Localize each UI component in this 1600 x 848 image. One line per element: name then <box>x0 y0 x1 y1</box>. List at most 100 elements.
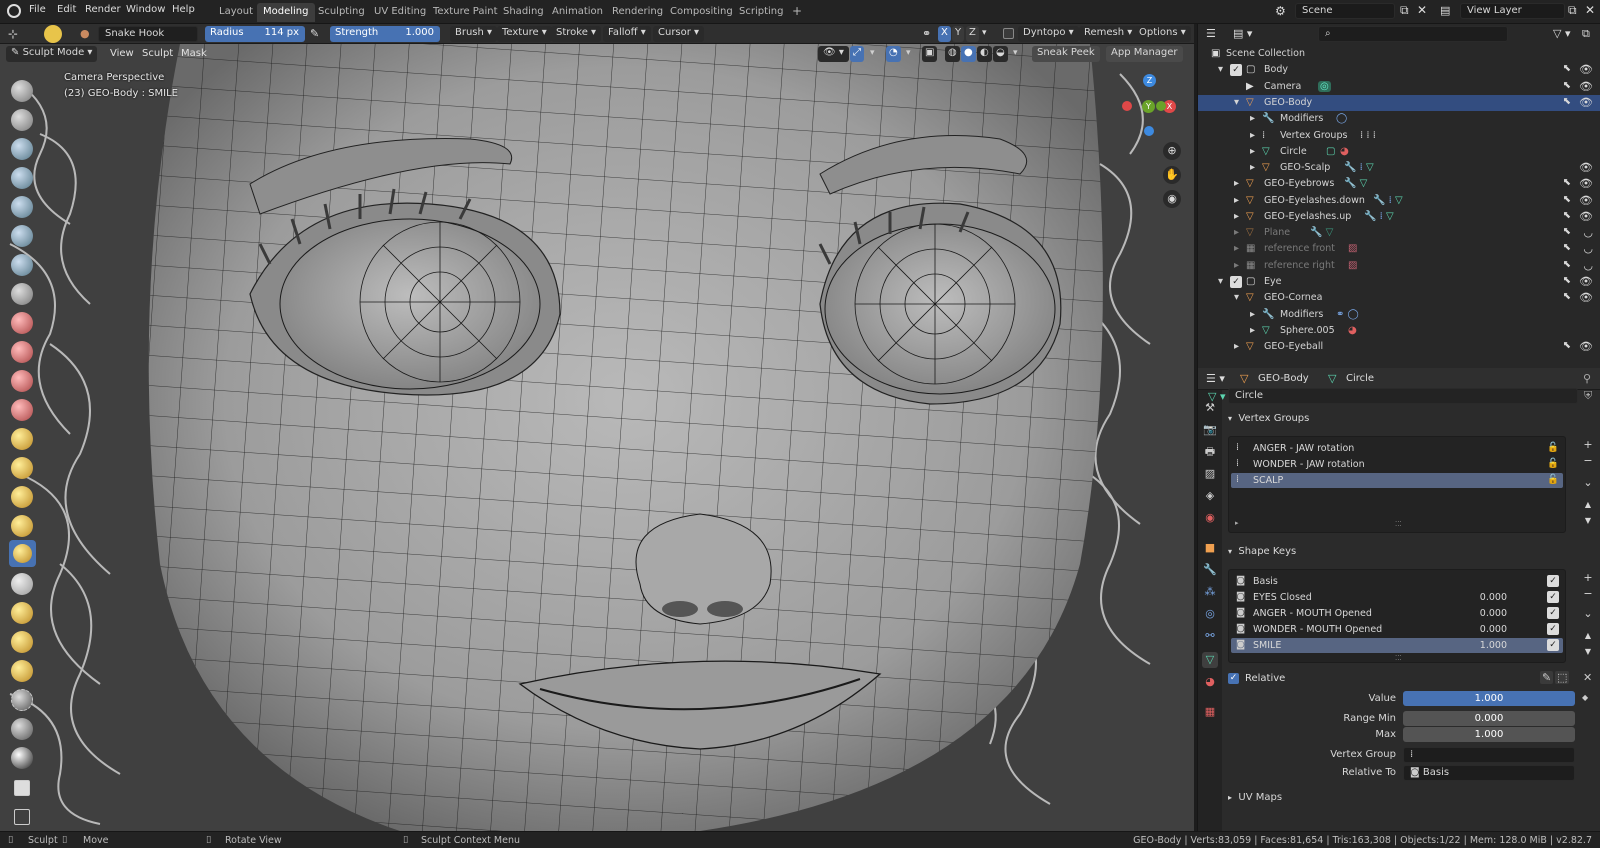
child-icons[interactable]: 🔧 ⁞ ▽ <box>1344 162 1374 173</box>
xray-toggle[interactable]: ▣ <box>922 46 938 62</box>
menu-file[interactable]: File <box>29 4 46 15</box>
constraints-tab-icon[interactable]: ⚯ <box>1202 628 1218 644</box>
select-icon[interactable]: ⬉ <box>1563 194 1571 205</box>
vertex-group-move-up-button[interactable]: ▲ <box>1581 498 1595 512</box>
texture-tab-icon[interactable]: ▦ <box>1202 704 1218 720</box>
menu-edit[interactable]: Edit <box>57 4 76 15</box>
radius-slider[interactable]: Radius 114 px <box>205 26 305 42</box>
vertex-group-icons[interactable]: ⁞ ⁞ ⁞ <box>1360 130 1376 141</box>
clay-strips-brush-icon[interactable] <box>11 167 33 189</box>
brush-menu[interactable]: Brush ▾ <box>450 26 498 42</box>
3d-viewport[interactable]: ✎ Sculpt Mode ▾ View Sculpt Mask 👁 ▾ ⤢ ▾… <box>0 44 1194 831</box>
outliner-editor-icon[interactable]: ☰ <box>1206 27 1216 40</box>
new-view-layer-icon[interactable]: ⧉ <box>1568 3 1577 18</box>
expand-arrow-icon[interactable]: ▾ <box>1234 97 1239 108</box>
outliner-row-geo-eyelashes-up[interactable]: ▸ ▽ GEO-Eyelashes.up 🔧 ⁞ ▽ ⬉ 👁 <box>1198 209 1600 225</box>
brush-name-field[interactable]: Snake Hook <box>98 26 198 42</box>
shape-key-mute-checkbox[interactable]: ✓ <box>1547 607 1559 619</box>
select-icon[interactable]: ⬉ <box>1563 96 1571 107</box>
vertex-group-item[interactable]: ⁞ SCALP 🔓 <box>1231 473 1563 488</box>
child-icons[interactable]: 🔧 ⁞ ▽ <box>1364 211 1394 222</box>
shading-rendered[interactable]: ◒ <box>993 46 1008 62</box>
shape-key-mute-checkbox[interactable]: ✓ <box>1547 639 1559 651</box>
child-icons[interactable]: 🔧 ▽ <box>1344 178 1367 189</box>
tab-sculpting[interactable]: Sculpting <box>312 3 371 22</box>
modifier-icon[interactable]: ◯ <box>1336 113 1347 124</box>
select-icon[interactable]: ⬉ <box>1563 210 1571 221</box>
eye-icon[interactable]: 👁 <box>1579 96 1593 109</box>
select-icon[interactable]: ⬉ <box>1563 242 1571 253</box>
render-tab-icon[interactable]: 📷 <box>1202 422 1218 438</box>
shape-key-value[interactable]: 0.000 <box>1480 592 1507 603</box>
shape-key-item[interactable]: ◙ SMILE 1.000 ✓ <box>1231 638 1563 653</box>
blender-logo-icon[interactable] <box>7 4 21 18</box>
vertex-group-specials-button[interactable]: ⌄ <box>1581 476 1595 490</box>
lock-icon[interactable]: 🔓 <box>1547 458 1559 469</box>
brush-preview-icon[interactable] <box>44 25 62 43</box>
app-manager-button[interactable]: App Manager <box>1106 46 1183 62</box>
shape-key-mute-checkbox[interactable]: ✓ <box>1547 591 1559 603</box>
data-tab-icon[interactable]: ▽ <box>1202 652 1218 668</box>
rotate-brush-icon[interactable] <box>11 573 33 595</box>
vertex-group-add-button[interactable]: + <box>1581 438 1595 452</box>
vertex-group-item[interactable]: ⁞ ANGER - JAW rotation 🔓 <box>1231 441 1563 456</box>
fill-brush-icon[interactable] <box>11 370 33 392</box>
modifiers-tab-icon[interactable]: 🔧 <box>1202 562 1218 578</box>
shape-key-cage-icon[interactable]: ⬚ <box>1555 671 1570 684</box>
inflate-brush-icon[interactable] <box>11 225 33 247</box>
crease-brush-icon[interactable] <box>11 283 33 305</box>
shape-key-icon[interactable]: ▢ <box>1326 146 1335 157</box>
select-icon[interactable]: ⬉ <box>1563 275 1571 286</box>
remesh-menu[interactable]: Remesh ▾ <box>1079 26 1138 42</box>
outliner-row-vertex-groups[interactable]: ▸ ⁞ Vertex Groups ⁞ ⁞ ⁞ <box>1198 128 1600 144</box>
tab-layout[interactable]: Layout <box>213 3 259 22</box>
select-icon[interactable]: ⬉ <box>1563 226 1571 237</box>
delete-scene-icon[interactable]: ✕ <box>1417 3 1427 17</box>
annotate-icon[interactable] <box>14 809 30 825</box>
gizmo-neg-y[interactable] <box>1156 101 1166 111</box>
expand-arrow-icon[interactable]: ▸ <box>1234 178 1239 189</box>
scrape-brush-icon[interactable] <box>11 399 33 421</box>
draw-sharp-brush-icon[interactable] <box>11 109 33 131</box>
stroke-menu[interactable]: Stroke ▾ <box>551 26 602 42</box>
pan-hand-icon[interactable]: ✋ <box>1163 166 1181 184</box>
image-icon[interactable]: ▨ <box>1348 243 1357 254</box>
list-resize-handle[interactable]: ⁚⁚⁚ <box>1395 520 1402 528</box>
image-icon[interactable]: ▨ <box>1348 260 1357 271</box>
tab-compositing[interactable]: Compositing <box>664 3 739 22</box>
box-hide-icon[interactable] <box>11 747 33 769</box>
eye-icon[interactable]: 👁 <box>1579 275 1593 288</box>
tab-modeling[interactable]: Modeling <box>257 3 315 22</box>
shape-key-remove-button[interactable]: − <box>1581 587 1595 601</box>
snake-hook-brush-icon[interactable] <box>9 540 36 567</box>
expand-arrow-icon[interactable]: ▸ <box>1250 325 1255 336</box>
keyframe-dot-icon[interactable]: ◆ <box>1582 693 1588 702</box>
simplify-brush-icon[interactable] <box>11 660 33 682</box>
shape-key-value[interactable]: 0.000 <box>1480 624 1507 635</box>
outliner-row-reference-right[interactable]: ▸ ▦ reference right ▨ ⬉ ◡ <box>1198 258 1600 274</box>
zoom-icon[interactable]: ⊕ <box>1163 142 1181 160</box>
shape-key-value[interactable]: 0.000 <box>1480 608 1507 619</box>
eye-icon[interactable]: 👁 <box>1579 194 1593 207</box>
outliner-row-circle[interactable]: ▸ ▽ Circle ▢ ◕ <box>1198 144 1600 160</box>
mask-menu[interactable]: Mask <box>181 48 207 59</box>
outliner-row-geo-cornea[interactable]: ▾ ▽ GEO-Cornea ⬉ 👁 <box>1198 290 1600 306</box>
eye-hidden-icon[interactable]: ◡ <box>1583 259 1593 272</box>
scene-collection-row[interactable]: ▣ Scene Collection <box>1198 46 1600 62</box>
eye-icon[interactable]: 👁 <box>1579 177 1593 190</box>
expand-arrow-icon[interactable]: ▸ <box>1250 162 1255 173</box>
dyntopo-checkbox[interactable] <box>1003 28 1014 39</box>
shape-key-move-down-button[interactable]: ▼ <box>1581 645 1595 659</box>
smooth-brush-icon[interactable] <box>11 312 33 334</box>
physics-tab-icon[interactable]: ◎ <box>1202 606 1218 622</box>
outliner-row-eye[interactable]: ▾ ✓ ▢ Eye ⬉ 👁 <box>1198 274 1600 290</box>
navigation-gizmo[interactable]: Z X Y <box>1116 74 1176 136</box>
blob-brush-icon[interactable] <box>11 254 33 276</box>
vertex-groups-header[interactable]: ▾ Vertex Groups <box>1228 413 1309 424</box>
pressure-radius-icon[interactable]: ✎ <box>310 27 319 40</box>
add-workspace-button[interactable]: + <box>786 1 808 20</box>
shading-solid[interactable]: ● <box>961 46 976 62</box>
camera-view-icon[interactable]: ◉ <box>1163 190 1181 208</box>
pinch-brush-icon[interactable] <box>11 428 33 450</box>
expand-arrow-icon[interactable]: ▸ <box>1234 195 1239 206</box>
